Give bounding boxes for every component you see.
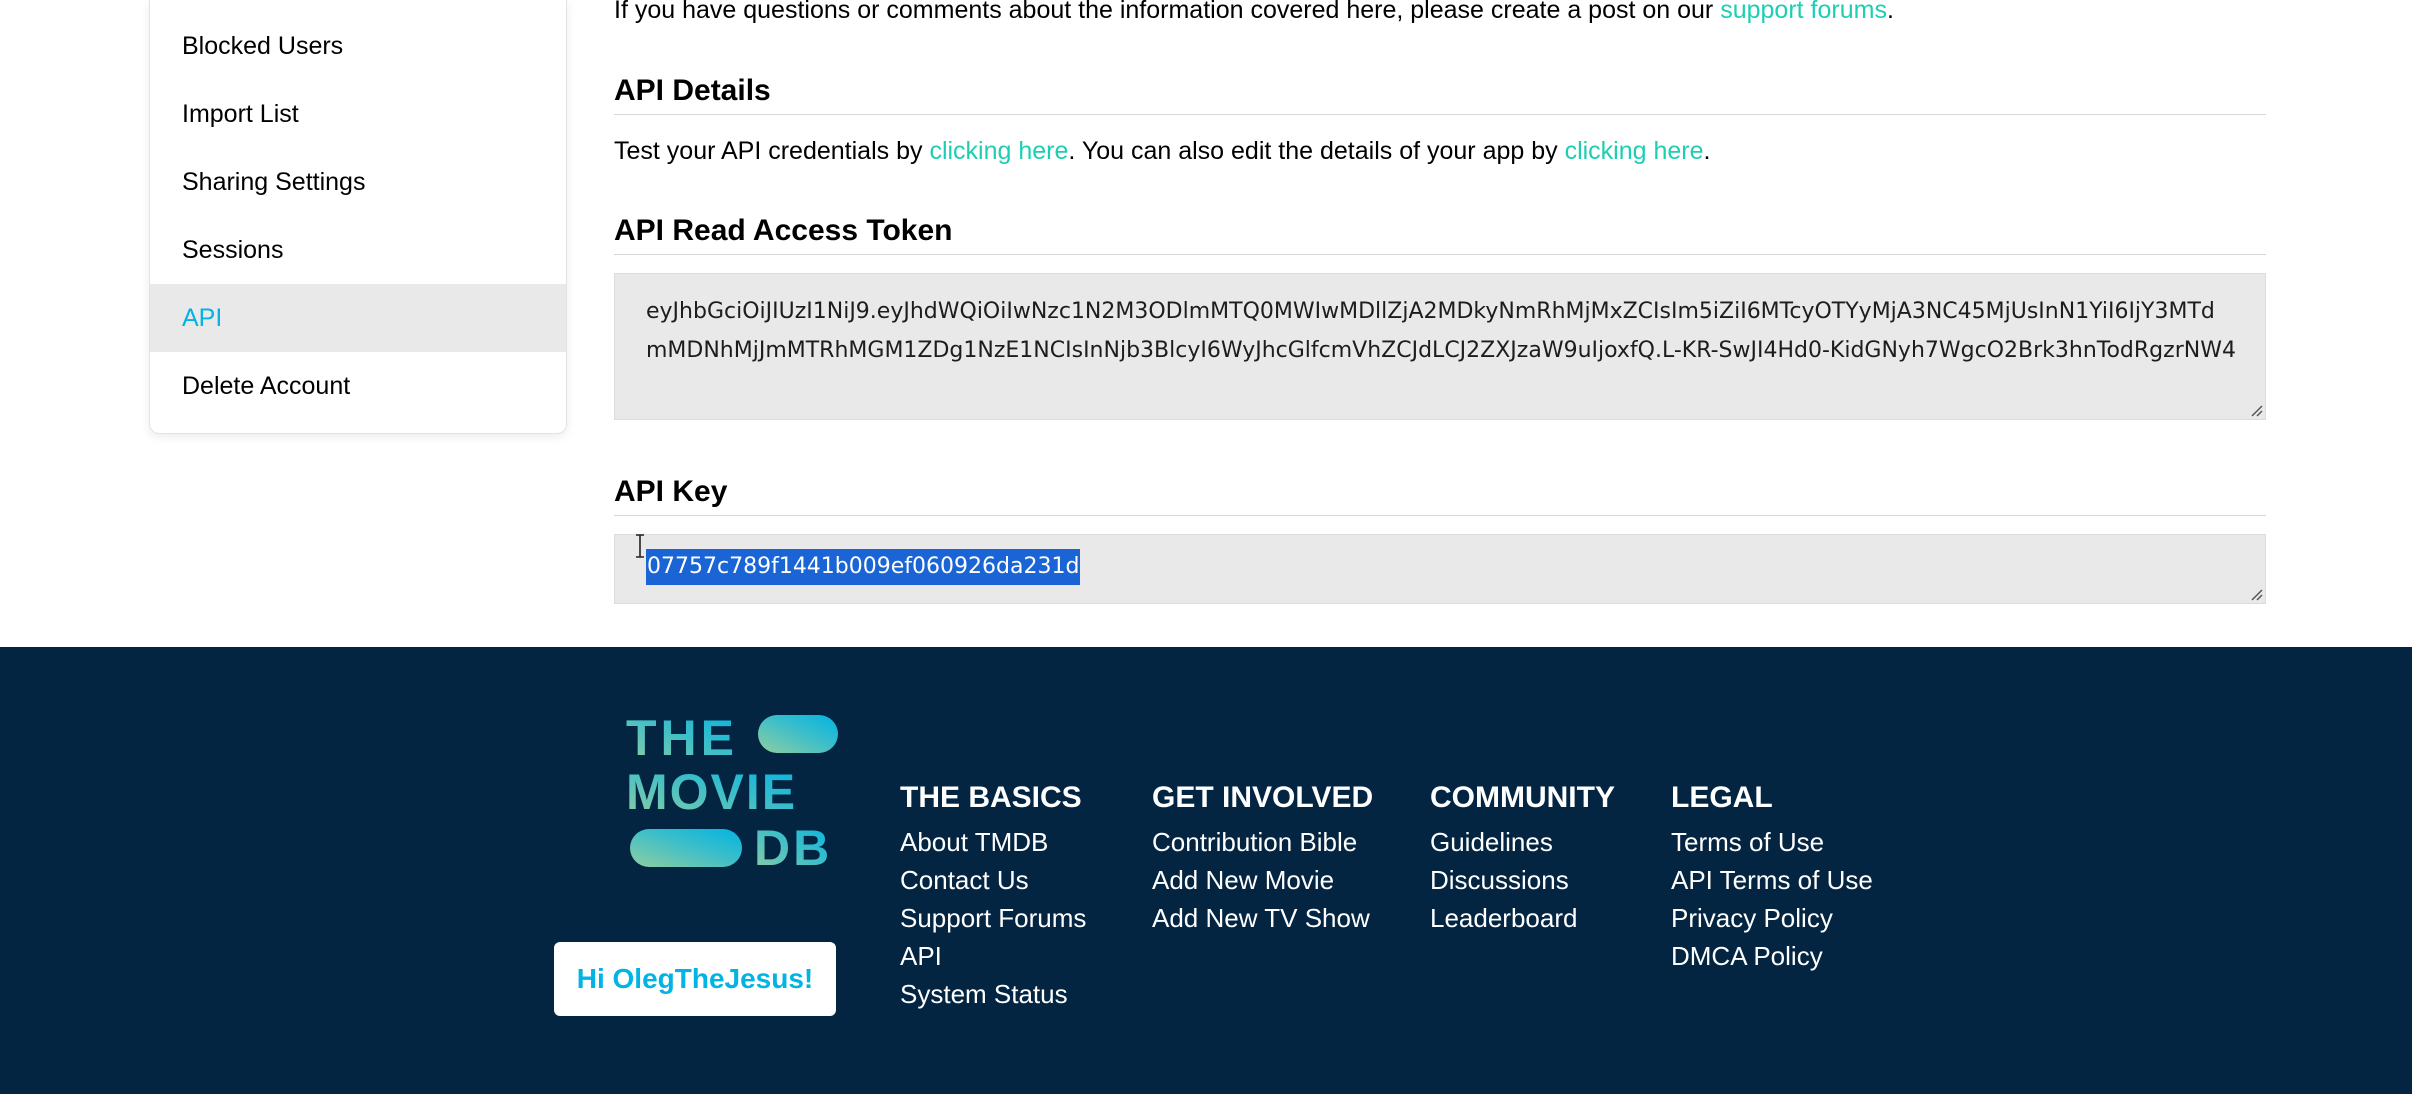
footer-link-dmca[interactable]: DMCA Policy [1671, 937, 1873, 975]
api-details-text: Test your API credentials by clicking he… [614, 137, 1711, 165]
footer-link-discussions[interactable]: Discussions [1430, 861, 1615, 899]
footer-col-get-involved: GET INVOLVED Contribution Bible Add New … [1152, 781, 1373, 937]
footer-col-basics: THE BASICS About TMDB Contact Us Support… [900, 781, 1086, 1013]
footer-link-guidelines[interactable]: Guidelines [1430, 823, 1615, 861]
read-token-textarea[interactable]: eyJhbGciOiJIUzI1NiJ9.eyJhdWQiOiIwNzc1N2M… [614, 273, 2266, 420]
api-key-heading: API Key [614, 475, 2266, 516]
footer-link-add-tv-show[interactable]: Add New TV Show [1152, 899, 1373, 937]
resize-grip-icon[interactable] [2249, 587, 2263, 601]
api-key-value: 07757c789f1441b009ef060926da231d [646, 549, 1081, 585]
sidebar-item-blocked-users[interactable]: Blocked Users [150, 12, 566, 80]
intro-text: If you have questions or comments about … [614, 0, 1894, 25]
svg-text:THE: THE [626, 713, 738, 766]
footer-link-leaderboard[interactable]: Leaderboard [1430, 899, 1615, 937]
read-token-value: eyJhbGciOiJIUzI1NiJ9.eyJhdWQiOiIwNzc1N2M… [646, 299, 2236, 363]
site-footer: THE MOVIE DB Hi OlegTheJesus! THE BASICS… [0, 647, 2412, 1094]
read-token-heading: API Read Access Token [614, 214, 2266, 255]
footer-link-contribution-bible[interactable]: Contribution Bible [1152, 823, 1373, 861]
footer-link-api-terms[interactable]: API Terms of Use [1671, 861, 1873, 899]
support-forums-link[interactable]: support forums [1720, 0, 1887, 24]
footer-col-legal: LEGAL Terms of Use API Terms of Use Priv… [1671, 781, 1873, 975]
footer-col-title: GET INVOLVED [1152, 781, 1374, 814]
greeting-button[interactable]: Hi OlegTheJesus! [554, 942, 836, 1016]
resize-grip-icon[interactable] [2249, 403, 2263, 417]
sidebar-item-import-list[interactable]: Import List [150, 80, 566, 148]
sidebar-item-sharing-settings[interactable]: Sharing Settings [150, 148, 566, 216]
footer-col-title: THE BASICS [900, 781, 1082, 814]
tmdb-logo[interactable]: THE MOVIE DB [626, 713, 838, 871]
footer-col-title: LEGAL [1671, 781, 1773, 814]
footer-link-privacy[interactable]: Privacy Policy [1671, 899, 1873, 937]
edit-app-link[interactable]: clicking here [1565, 137, 1704, 165]
settings-sidebar: Blocked Users Import List Sharing Settin… [149, 0, 567, 434]
sidebar-item-delete-account[interactable]: Delete Account [150, 352, 566, 420]
footer-link-support-forums[interactable]: Support Forums [900, 899, 1086, 937]
api-details-heading: API Details [614, 74, 2266, 115]
test-credentials-link[interactable]: clicking here [929, 137, 1068, 165]
footer-link-api[interactable]: API [900, 937, 1086, 975]
svg-text:DB: DB [754, 820, 832, 871]
svg-text:MOVIE: MOVIE [626, 764, 797, 820]
api-key-textarea[interactable]: 07757c789f1441b009ef060926da231d [614, 534, 2266, 604]
footer-link-about[interactable]: About TMDB [900, 823, 1086, 861]
footer-link-system-status[interactable]: System Status [900, 975, 1086, 1013]
sidebar-item-sessions[interactable]: Sessions [150, 216, 566, 284]
footer-col-title: COMMUNITY [1430, 781, 1615, 814]
footer-col-community: COMMUNITY Guidelines Discussions Leaderb… [1430, 781, 1615, 937]
footer-link-contact[interactable]: Contact Us [900, 861, 1086, 899]
sidebar-item-api[interactable]: API [150, 284, 566, 352]
footer-link-add-movie[interactable]: Add New Movie [1152, 861, 1373, 899]
text-cursor-icon [636, 534, 644, 558]
footer-link-terms[interactable]: Terms of Use [1671, 823, 1873, 861]
